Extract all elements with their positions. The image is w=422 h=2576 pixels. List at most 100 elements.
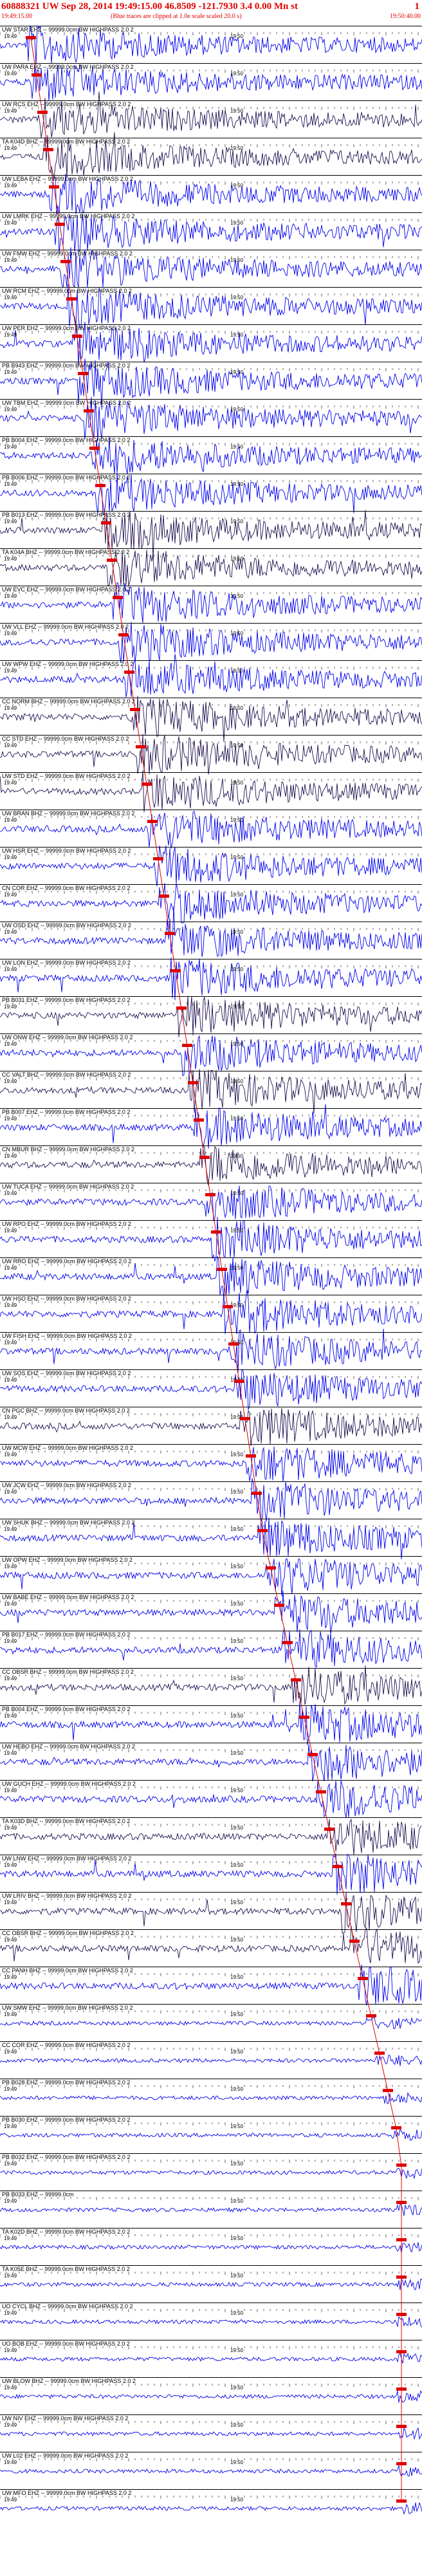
tick-label-mid: 19:50 — [230, 2273, 244, 2279]
tick-label-mid: 19:50 — [230, 369, 244, 375]
waveform — [0, 1185, 422, 1221]
tick-label-mid: 19:50 — [230, 593, 244, 599]
tick-label-mid: 19:50 — [230, 2161, 244, 2167]
channel-label: UW TBM EHZ -- 99999.0cm BW HIGHPASS 2.0 … — [2, 400, 131, 406]
tick-label-start: 19:49 — [4, 967, 17, 972]
tick-label-mid: 19:50 — [230, 705, 244, 711]
channel-label: PB B031 EHZ -- 99999.0cm BW HIGHPASS 2.0… — [2, 997, 130, 1003]
tick-label-start: 19:49 — [4, 519, 17, 524]
channel-row: CN COR EHZ -- 99999.0cm BW HIGHPASS 2.0 … — [0, 883, 422, 923]
channel-label: PB B004 EHZ -- 99999.0cm BW HIGHPASS 2.0… — [2, 1706, 130, 1712]
waveform — [0, 2465, 422, 2478]
tick-label-start: 19:49 — [4, 780, 17, 786]
scale-note: (Blue traces are clipped at 1.0e scale s… — [111, 13, 242, 20]
channel-row: UW JCW EHZ -- 99999.0cm BW HIGHPASS 2.0 … — [0, 1478, 422, 1522]
channel-label: UW LEBA EHZ -- 99999.0cm BW HIGHPASS 2.0… — [2, 176, 133, 182]
channel-label: UW VLL EHZ -- 99999.0cm BW HIGHPASS 2.0 … — [2, 624, 129, 630]
channel-label: TA K03D BHZ -- 99999.0cm BW HIGHPASS 2.0… — [2, 1818, 130, 1824]
channel-row: UW EVC EHZ -- 99999.0cm BW HIGHPASS 2.0 … — [0, 582, 422, 623]
waveform — [0, 2167, 422, 2179]
waveform — [0, 2352, 422, 2364]
channel-label: UW LNW EHZ -- 99999.0cm BW HIGHPASS 2.0 … — [2, 1855, 131, 1862]
tick-label-start: 19:49 — [4, 668, 17, 674]
start-time: 19:49:15.00 — [1, 13, 33, 20]
channel-row: UW HSO EHZ -- 99999.0cm BW HIGHPASS 2.0 … — [0, 1290, 422, 1335]
tick-label-start: 19:49 — [4, 71, 17, 77]
waveform — [0, 2427, 422, 2440]
channel-label: UW STD EHZ -- 99999.0cm BW HIGHPASS 2.0 … — [2, 773, 130, 779]
channel-row: PB B028 EHZ -- 99999.0cm BW HIGHPASS 2.0… — [0, 2079, 422, 2104]
channel-row: UW BRAN BHZ -- 99999.0cm BW HIGHPASS 2.0… — [0, 810, 422, 849]
tick-label-start: 19:49 — [4, 332, 17, 338]
event-title: 60888321 UW Sep 28, 2014 19:49:15.00 46.… — [1, 1, 298, 12]
tick-label-start: 19:49 — [4, 481, 17, 487]
channel-label: CC NORM BHZ -- 99999.0cm BW HIGHPASS 2.0… — [2, 698, 135, 705]
channel-row: CC STD EHZ -- 99999.0cm BW HIGHPASS 2.0 … — [0, 734, 422, 775]
tick-label-start: 19:49 — [4, 295, 17, 301]
tick-label-mid: 19:50 — [230, 257, 244, 263]
tick-label-start: 19:49 — [4, 2049, 17, 2055]
tick-label-start: 19:49 — [4, 1153, 17, 1159]
tick-label-mid: 19:50 — [230, 1713, 244, 1719]
channel-label: CN COR EHZ -- 99999.0cm BW HIGHPASS 2.0 … — [2, 885, 130, 891]
channel-label: TA K04D BHZ -- 99999.0cm BW HIGHPASS 2.0… — [2, 138, 130, 145]
tick-label-start: 19:49 — [4, 1526, 17, 1532]
channel-label: UW FMW EHZ -- 99999.0cm BW HIGHPASS 2.0 … — [2, 250, 133, 257]
channel-row: TA K05E BHZ -- 99999.0cm BW HIGHPASS 2.0… — [0, 2265, 422, 2290]
channel-label: TA K05E BHZ -- 99999.0cm BW HIGHPASS 2.0… — [2, 2266, 130, 2272]
tick-label-start: 19:49 — [4, 369, 17, 375]
channel-row: TA K02D BHZ -- 99999.0cm BW HIGHPASS 2.0… — [0, 2228, 422, 2253]
tick-label-mid: 19:50 — [230, 481, 244, 487]
channel-label: UW SHUK BHZ -- 99999.0cm BW HIGHPASS 2.0… — [2, 1519, 134, 1526]
channel-label: UO CYCL BHZ -- 99999.0cm BW HIGHPASS 2.0… — [2, 2303, 133, 2310]
channel-row: UW NIV EHZ -- 99999.0cm BW HIGHPASS 2.0 … — [0, 2414, 422, 2440]
tick-label-mid: 19:50 — [230, 407, 244, 412]
tick-label-mid: 19:50 — [230, 1676, 244, 1682]
tick-label-mid: 19:50 — [230, 295, 244, 301]
tick-label-mid: 19:50 — [230, 1825, 244, 1831]
tick-label-start: 19:49 — [4, 2422, 17, 2428]
tick-label-start: 19:49 — [4, 2460, 17, 2465]
tick-label-mid: 19:50 — [230, 444, 244, 450]
channel-label: UW LRIV BHZ -- 99999.0cm BW HIGHPASS 2.0… — [2, 1893, 131, 1899]
tick-label-start: 19:49 — [4, 2198, 17, 2204]
waveform — [0, 2242, 422, 2253]
channel-row: PB B030 EHZ -- 99999.0cm BW HIGHPASS 2.0… — [0, 2116, 422, 2141]
channel-row: UW RCS EHZ -- 99999.0cm BW HIGHPASS 2.0 … — [0, 91, 422, 138]
tick-label-mid: 19:50 — [230, 1153, 244, 1159]
channel-row: UW OSD EHZ -- 99999.0cm BW HIGHPASS 2.0 … — [0, 906, 422, 958]
channel-row: UW FMW EHZ -- 99999.0cm BW HIGHPASS 2.0 … — [0, 247, 422, 288]
channel-row: CN PGC BHZ -- 99999.0cm BW HIGHPASS 2.0 … — [0, 1407, 422, 1447]
tick-label-start: 19:49 — [4, 593, 17, 599]
tick-label-start: 19:49 — [4, 2236, 17, 2241]
tick-label-start: 19:49 — [4, 2273, 17, 2279]
channel-row: UW SMW EHZ -- 99999.0cm BW HIGHPASS 2.0 … — [0, 2004, 422, 2030]
waveform — [0, 1446, 422, 1482]
waveform — [0, 2129, 422, 2141]
tick-label-mid: 19:50 — [230, 2049, 244, 2055]
tick-label-start: 19:49 — [4, 1900, 17, 1905]
channel-label: UW RPO EHZ -- 99999.0cm BW HIGHPASS 2.0 … — [2, 1221, 131, 1227]
tick-label-start: 19:49 — [4, 2348, 17, 2353]
waveform — [0, 2316, 422, 2328]
tick-label-mid: 19:50 — [230, 2012, 244, 2017]
channel-row: UW STD EHZ -- 99999.0cm BW HIGHPASS 2.0 … — [0, 770, 422, 813]
tick-label-start: 19:49 — [4, 929, 17, 935]
tick-label-start: 19:49 — [4, 1265, 17, 1271]
tick-label-mid: 19:50 — [230, 1489, 244, 1495]
tick-label-mid: 19:50 — [230, 1601, 244, 1607]
channel-label: UW JCW EHZ -- 99999.0cm BW HIGHPASS 2.0 … — [2, 1482, 131, 1488]
trace-canvas: UW STAR EHZ -- 99999.0cm BW HIGHPASS 2.0… — [0, 23, 422, 2515]
tick-label-start: 19:49 — [4, 1638, 17, 1644]
channel-label: CC PANH BHZ -- 99999.0cm BW HIGHPASS 2.0… — [2, 1967, 133, 1974]
tick-label-mid: 19:50 — [230, 1004, 244, 1010]
plot-index: 1 — [414, 1, 420, 12]
tick-label-start: 19:49 — [4, 1601, 17, 1607]
tick-label-start: 19:49 — [4, 257, 17, 263]
channel-label: UW HEBO EHZ -- 99999.0cm BW HIGHPASS 2.0… — [2, 1743, 135, 1750]
tick-label-mid: 19:50 — [230, 1228, 244, 1234]
channel-row: UW PER EHZ -- 99999.0cm BW HIGHPASS 2.0 … — [0, 322, 422, 366]
tick-label-start: 19:49 — [4, 1974, 17, 1980]
channel-row: UW HSR EHZ -- 99999.0cm BW HIGHPASS 2.0 … — [0, 845, 422, 887]
channel-row: CC VALT BHZ -- 99999.0cm BW HIGHPASS 2.0… — [0, 1069, 422, 1114]
